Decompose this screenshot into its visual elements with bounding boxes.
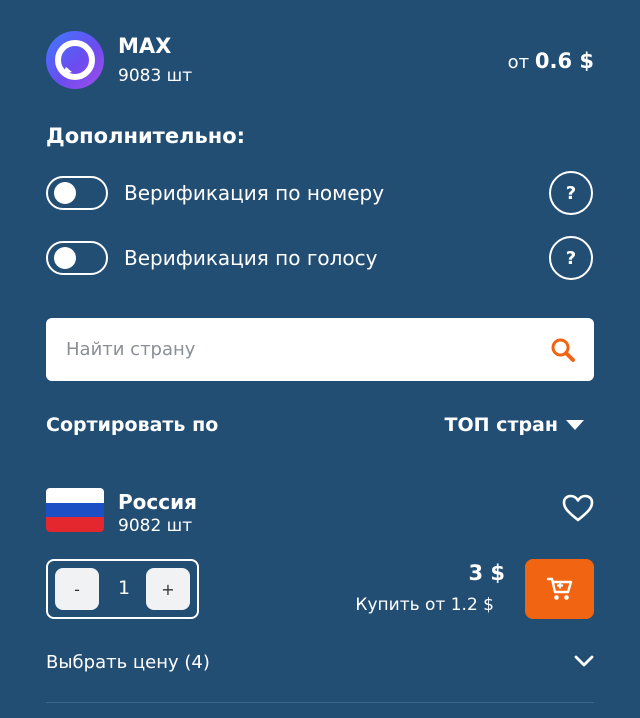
quantity-value: 1 — [117, 577, 131, 599]
search-input[interactable] — [46, 318, 546, 381]
buy-from-text: Купить от 1.2 $ — [355, 595, 494, 615]
max-logo-icon — [55, 40, 95, 80]
help-button-voice[interactable]: ? — [549, 236, 593, 280]
cart-icon — [546, 577, 572, 600]
app-logo — [46, 31, 104, 89]
price-value: 0.6 $ — [534, 49, 594, 73]
favorite-heart-icon[interactable] — [562, 494, 594, 522]
quantity-stepper: - 1 + — [46, 559, 199, 619]
help-icon: ? — [565, 182, 577, 204]
toggle-number-verification[interactable] — [46, 176, 108, 210]
help-icon: ? — [565, 247, 577, 269]
choose-price-toggle[interactable]: Выбрать цену (4) — [46, 652, 210, 673]
caret-down-icon — [566, 420, 584, 430]
app-name: MAX — [118, 34, 172, 58]
app-price: от 0.6 $ — [508, 49, 594, 73]
toggle-voice-verification[interactable] — [46, 241, 108, 275]
sort-label: Сортировать по — [46, 414, 219, 436]
sort-value: ТОП стран — [444, 414, 558, 436]
option-label-voice: Верификация по голосу — [124, 246, 378, 270]
increment-button[interactable]: + — [146, 568, 190, 610]
search-icon[interactable] — [550, 337, 576, 363]
options-title: Дополнительно: — [46, 124, 246, 148]
toggle-knob — [54, 182, 76, 204]
country-search — [46, 318, 594, 381]
country-count: 9082 шт — [118, 516, 193, 536]
help-button-number[interactable]: ? — [549, 171, 593, 215]
toggle-knob — [54, 247, 76, 269]
option-label-number: Верификация по номеру — [124, 181, 385, 205]
country-name: Россия — [118, 490, 197, 514]
country-price: 3 $ — [468, 561, 505, 585]
decrement-button[interactable]: - — [55, 568, 99, 610]
chevron-down-icon[interactable] — [574, 654, 594, 668]
add-to-cart-button[interactable] — [525, 559, 594, 619]
price-prefix: от — [507, 52, 530, 73]
russia-flag-icon — [46, 488, 104, 532]
sort-dropdown[interactable]: ТОП стран — [445, 414, 584, 436]
divider — [46, 702, 594, 703]
app-count: 9083 шт — [118, 66, 193, 86]
